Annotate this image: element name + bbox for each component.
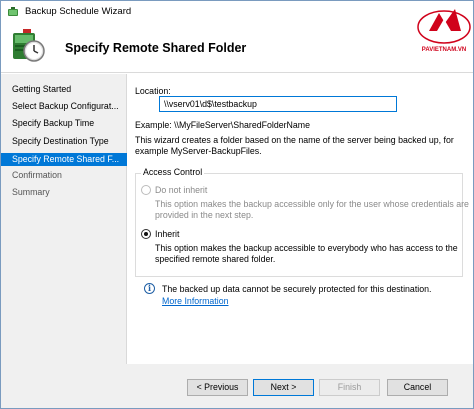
sidebar-item-getting-started[interactable]: Getting Started — [1, 83, 127, 96]
finish-button: Finish — [319, 379, 380, 396]
access-control-title: Access Control — [141, 167, 205, 177]
info-icon: i — [144, 283, 155, 294]
inherit-description-line1: This option makes the backup accessible … — [155, 243, 458, 253]
backup-app-icon — [8, 7, 18, 16]
sidebar-item-specify-remote-shared-folder[interactable]: Specify Remote Shared F... — [1, 153, 127, 166]
do-not-inherit-label: Do not inherit — [155, 185, 208, 195]
do-not-inherit-radio[interactable] — [141, 185, 151, 195]
example-text: Example: \\MyFileServer\SharedFolderName — [135, 120, 311, 130]
pavietnam-logo-mark — [417, 9, 471, 44]
location-input[interactable] — [159, 96, 397, 112]
sidebar-item-specify-destination-type[interactable]: Specify Destination Type — [1, 135, 127, 148]
sidebar-item-specify-backup-time[interactable]: Specify Backup Time — [1, 117, 127, 130]
do-not-inherit-description-line2: provided in the next step. — [155, 210, 254, 220]
page-title: Specify Remote Shared Folder — [65, 41, 247, 55]
wizard-steps-sidebar: Getting Started Select Backup Configurat… — [1, 74, 127, 364]
wizard-window: Backup Schedule Wizard Specify Remote Sh… — [0, 0, 474, 409]
wizard-description-line2: example MyServer-BackupFiles. — [135, 146, 262, 156]
sidebar-item-summary: Summary — [12, 187, 50, 197]
backup-clock-icon — [13, 29, 45, 62]
cancel-button[interactable]: Cancel — [387, 379, 448, 396]
next-button[interactable]: Next > — [253, 379, 314, 396]
title-bar[interactable]: Backup Schedule Wizard — [1, 1, 473, 23]
sidebar-item-select-backup-configuration[interactable]: Select Backup Configurat... — [1, 100, 127, 113]
inherit-description-line2: specified remote shared folder. — [155, 254, 276, 264]
wizard-header: Specify Remote Shared Folder — [1, 23, 473, 73]
window-title: Backup Schedule Wizard — [25, 6, 132, 17]
sidebar-item-confirmation: Confirmation — [12, 170, 62, 180]
do-not-inherit-description-line1: This option makes the backup accessible … — [155, 199, 469, 209]
previous-button[interactable]: < Previous — [187, 379, 248, 396]
more-information-link[interactable]: More Information — [162, 296, 229, 306]
inherit-radio[interactable] — [141, 229, 151, 239]
wizard-description-line1: This wizard creates a folder based on th… — [135, 135, 454, 145]
location-label: Location: — [135, 86, 171, 96]
pavietnam-logo: PAVIETNAM.VN — [415, 3, 473, 61]
info-message: The backed up data cannot be securely pr… — [162, 284, 432, 294]
inherit-label: Inherit — [155, 229, 180, 239]
logo-text: PAVIETNAM.VN — [421, 47, 467, 53]
wizard-footer: < Previous Next > Finish Cancel — [1, 364, 473, 408]
